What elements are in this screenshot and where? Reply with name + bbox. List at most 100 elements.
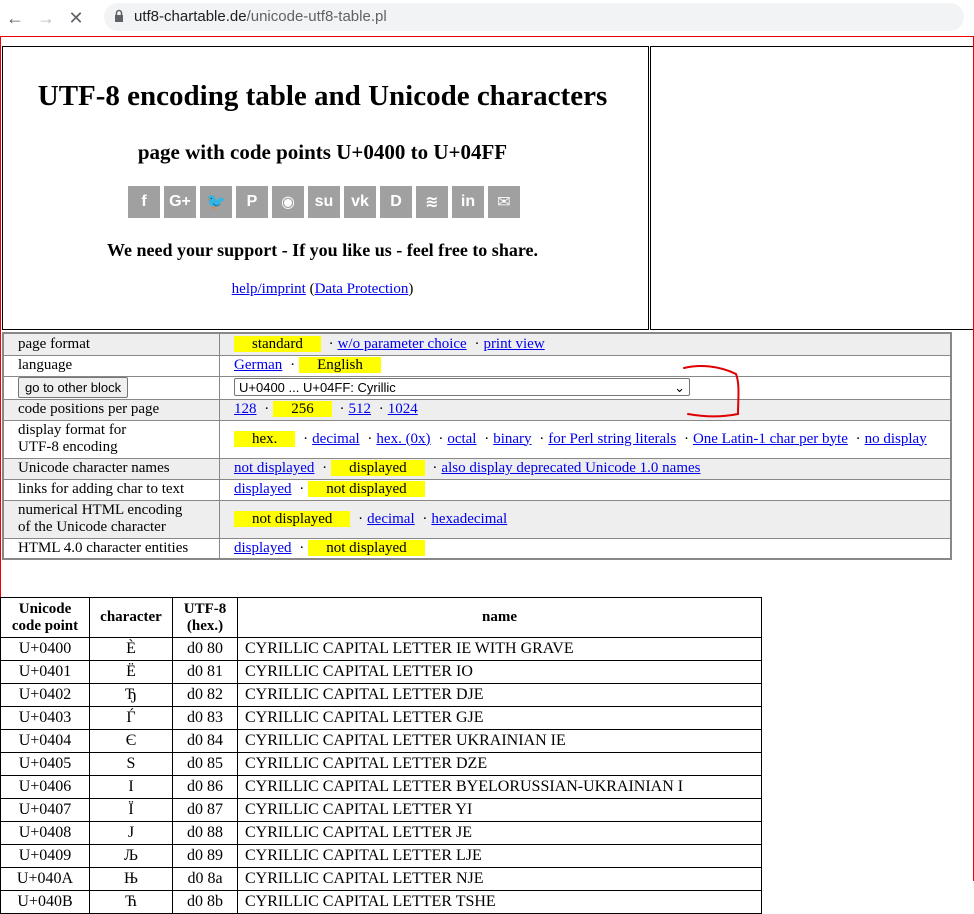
google-plus-icon[interactable]: G+ bbox=[164, 186, 196, 218]
options-char-names: not displayed · displayed · also display d… bbox=[219, 457, 952, 480]
forward-arrow-icon[interactable]: → bbox=[34, 6, 58, 30]
display-format-hex[interactable]: hex. bbox=[234, 430, 296, 447]
numerical-html-not-displayed[interactable]: not displayed bbox=[234, 510, 351, 527]
utf8-hex-cell: d0 87 bbox=[172, 798, 238, 822]
char-names-displayed[interactable]: displayed bbox=[331, 460, 425, 476]
separator: · bbox=[484, 430, 490, 447]
url-domain: utf8-chartable.de bbox=[134, 8, 247, 25]
header-line: Unicode bbox=[18, 600, 72, 617]
label-numerical-html: numerical HTML encoding of the Unicode c… bbox=[2, 499, 220, 539]
name-cell: CYRILLIC CAPITAL LETTER DJE bbox=[237, 683, 762, 707]
header-line: UTF-8 bbox=[183, 600, 227, 617]
character-cell: І bbox=[89, 775, 173, 799]
page-format-standard[interactable]: standard bbox=[234, 335, 321, 352]
digg-icon[interactable]: D bbox=[380, 186, 412, 218]
label-language: language bbox=[2, 354, 220, 377]
row-char-names: Unicode character names not displayed · d… bbox=[2, 457, 952, 480]
html-entities-displayed[interactable]: displayed bbox=[234, 540, 292, 556]
table-row: U+0408 Јd0 88 CYRILLIC CAPITAL LETTER JE bbox=[0, 821, 762, 845]
row-html-entities: HTML 4.0 character entities displayed · n… bbox=[2, 537, 952, 560]
stumbleupon-icon[interactable]: su bbox=[308, 186, 340, 218]
pinterest-icon[interactable]: P bbox=[236, 186, 268, 218]
buffer-icon[interactable]: ≋ bbox=[416, 186, 448, 218]
page-format-print-view[interactable]: print view bbox=[483, 336, 544, 352]
character-cell: Ѕ bbox=[89, 752, 173, 776]
display-format-binary[interactable]: binary bbox=[493, 431, 531, 447]
code-positions-512[interactable]: 512 bbox=[349, 401, 372, 417]
separator: · bbox=[438, 430, 444, 447]
name-cell: CYRILLIC CAPITAL LETTER YI bbox=[237, 798, 762, 822]
code-positions-1024[interactable]: 1024 bbox=[388, 401, 418, 417]
block-select[interactable]: U+0400 ... U+04FF: Cyrillic ⌄ bbox=[234, 378, 690, 397]
language-german[interactable]: German bbox=[234, 357, 282, 373]
options-code-positions: 128 · 256 · 512 · 1024 bbox=[219, 398, 952, 421]
name-cell: CYRILLIC CAPITAL LETTER TSHE bbox=[237, 890, 762, 914]
table-header-row: Unicode code point character UTF-8 (hex.) … bbox=[0, 597, 762, 638]
char-names-not-displayed[interactable]: not displayed bbox=[234, 460, 314, 476]
display-format-perl[interactable]: for Perl string literals bbox=[548, 431, 676, 447]
table-row: U+0409 Љd0 89 CYRILLIC CAPITAL LETTER LJE bbox=[0, 844, 762, 868]
vk-icon[interactable]: vk bbox=[344, 186, 376, 218]
numerical-html-hexadecimal[interactable]: hexadecimal bbox=[431, 511, 507, 527]
facebook-icon[interactable]: f bbox=[128, 186, 160, 218]
display-format-octal[interactable]: octal bbox=[447, 431, 476, 447]
label-line: of the Unicode character bbox=[18, 519, 166, 535]
display-format-decimal[interactable]: decimal bbox=[312, 431, 359, 447]
reddit-icon[interactable]: ◉ bbox=[272, 186, 304, 218]
paren-close: ) bbox=[408, 281, 414, 297]
name-cell: CYRILLIC CAPITAL LETTER IO bbox=[237, 660, 762, 684]
row-links-adding: links for adding char to text displayed … bbox=[2, 478, 952, 501]
table-row: U+0407 Їd0 87 CYRILLIC CAPITAL LETTER YI bbox=[0, 798, 762, 822]
email-icon[interactable]: ✉ bbox=[488, 186, 520, 218]
help-imprint-link[interactable]: help/imprint bbox=[232, 281, 306, 297]
utf8-hex-cell: d0 82 bbox=[172, 683, 238, 707]
separator: · bbox=[378, 401, 384, 417]
separator: · bbox=[339, 401, 345, 417]
character-cell: Ё bbox=[89, 660, 173, 684]
utf8-hex-cell: d0 89 bbox=[172, 844, 238, 868]
cell-block-button: go to other block bbox=[2, 375, 220, 400]
display-format-latin1[interactable]: One Latin-1 char per byte bbox=[693, 431, 848, 447]
code-point-cell: U+0404 bbox=[0, 729, 90, 753]
code-positions-256[interactable]: 256 bbox=[273, 401, 332, 417]
display-format-none[interactable]: no display bbox=[865, 431, 927, 447]
cell-block-select: U+0400 ... U+04FF: Cyrillic ⌄ bbox=[219, 375, 952, 400]
go-to-other-block-button[interactable]: go to other block bbox=[18, 377, 129, 398]
label-html-entities: HTML 4.0 character entities bbox=[2, 537, 220, 560]
stop-loading-icon[interactable]: ✕ bbox=[64, 6, 88, 30]
separator: · bbox=[322, 460, 328, 476]
character-table-body: U+0400 Ѐd0 80 CYRILLIC CAPITAL LETTER IE W… bbox=[0, 637, 762, 914]
lock-icon bbox=[115, 9, 123, 22]
options-html-entities: displayed · not displayed bbox=[219, 537, 952, 560]
row-numerical-html: numerical HTML encoding of the Unicode c… bbox=[2, 499, 952, 539]
name-cell: CYRILLIC CAPITAL LETTER BYELORUSSIAN-UKR… bbox=[237, 775, 762, 799]
separator: · bbox=[290, 357, 296, 373]
separator: · bbox=[422, 510, 428, 527]
links-adding-displayed[interactable]: displayed bbox=[234, 481, 292, 497]
character-cell: Ѓ bbox=[89, 706, 173, 730]
html-entities-not-displayed[interactable]: not displayed bbox=[308, 539, 425, 556]
separator: · bbox=[299, 539, 305, 556]
display-format-hex0x[interactable]: hex. (0x) bbox=[376, 431, 430, 447]
header-character: character bbox=[89, 597, 173, 638]
numerical-html-decimal[interactable]: decimal bbox=[367, 511, 414, 527]
options-display-format: hex. · decimal · hex. (0x) · octal · binary … bbox=[219, 419, 952, 459]
back-arrow-icon[interactable]: ← bbox=[3, 6, 27, 30]
page-format-wo-param[interactable]: w/o parameter choice bbox=[338, 336, 467, 352]
address-bar[interactable]: utf8-chartable.de/unicode-utf8-table.pl bbox=[104, 3, 964, 31]
red-bracket-annotation bbox=[683, 365, 740, 418]
separator: · bbox=[303, 430, 309, 447]
links-adding-not-displayed[interactable]: not displayed bbox=[308, 481, 425, 497]
table-row: U+0400 Ѐd0 80 CYRILLIC CAPITAL LETTER IE W… bbox=[0, 637, 762, 661]
code-point-cell: U+0407 bbox=[0, 798, 90, 822]
name-cell: CYRILLIC CAPITAL LETTER DZE bbox=[237, 752, 762, 776]
linkedin-icon[interactable]: in bbox=[452, 186, 484, 218]
name-cell: CYRILLIC CAPITAL LETTER GJE bbox=[237, 706, 762, 730]
twitter-icon[interactable]: 🐦 bbox=[200, 186, 232, 218]
name-cell: CYRILLIC CAPITAL LETTER NJE bbox=[237, 867, 762, 891]
char-names-deprecated[interactable]: also display deprecated Unicode 1.0 name… bbox=[441, 460, 700, 476]
data-protection-link[interactable]: Data Protection bbox=[315, 281, 409, 297]
code-positions-128[interactable]: 128 bbox=[234, 401, 257, 417]
language-english[interactable]: English bbox=[299, 357, 381, 373]
row-block: go to other block U+0400 ... U+04FF: Cyr… bbox=[2, 375, 952, 400]
